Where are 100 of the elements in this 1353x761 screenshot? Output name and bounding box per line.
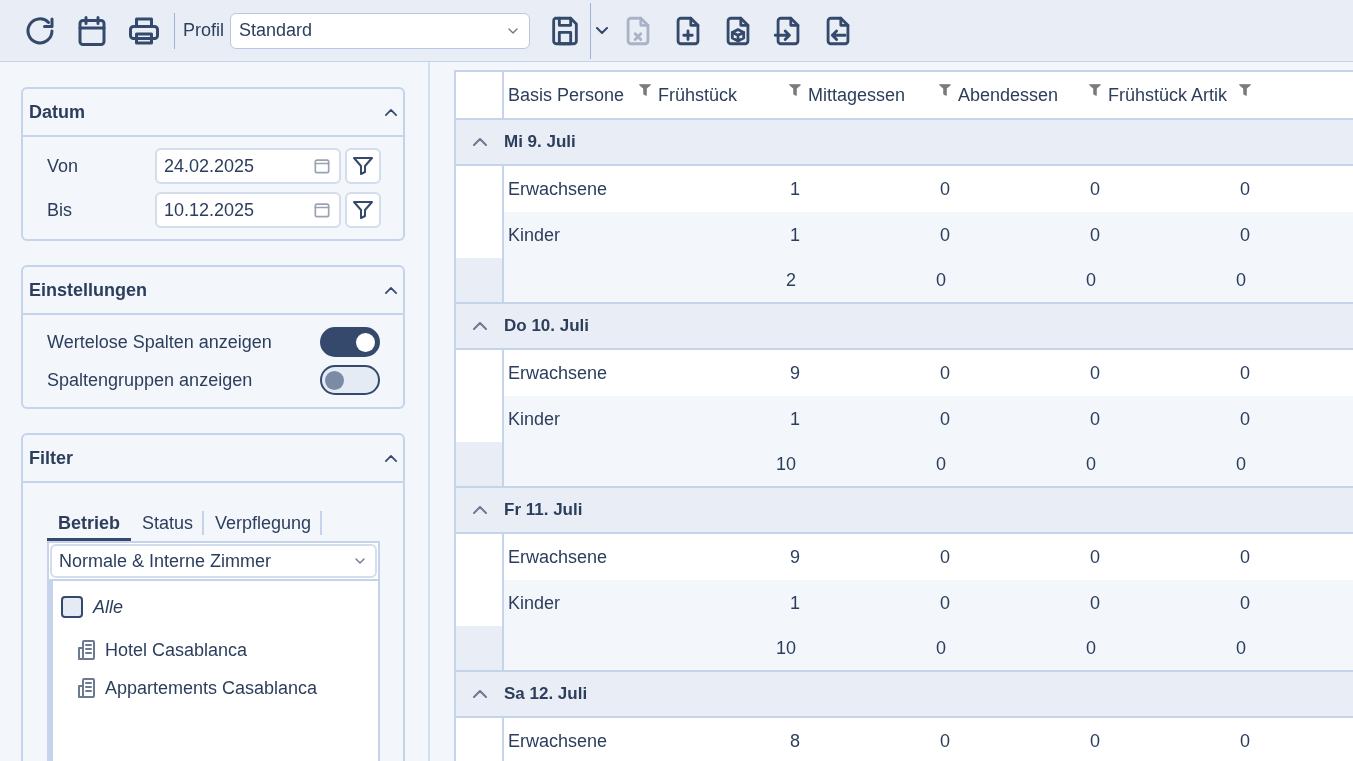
profile-select[interactable]: Standard — [230, 12, 530, 49]
filter-icon — [351, 198, 375, 222]
field-label: Von — [46, 154, 80, 178]
filter-tab[interactable]: Verpflegung — [204, 509, 323, 541]
panel-header[interactable]: Datum — [23, 89, 403, 137]
table-cell-text: 0 — [940, 545, 950, 569]
group-title: Do 10. Juli — [504, 315, 590, 338]
table-cell-text: 0 — [936, 452, 946, 476]
date-field[interactable]: 24.02.2025 — [155, 148, 341, 184]
table-cell-text: 0 — [1240, 361, 1250, 385]
filter-icon[interactable] — [938, 82, 952, 98]
panel-title: Einstellungen — [29, 278, 147, 302]
chevron-up-icon[interactable] — [473, 690, 487, 698]
checkbox-label: Alle — [93, 595, 123, 619]
table-cell-text: 9 — [790, 545, 800, 569]
table-cell-text: Kinder — [508, 223, 561, 247]
list-item[interactable]: Hotel Casablanca — [75, 635, 378, 665]
table-cell-text: 0 — [1240, 729, 1250, 753]
table-cell-text: 0 — [1090, 223, 1100, 247]
column-header[interactable]: Mittagessen — [804, 72, 954, 118]
table-cell-text: 0 — [1090, 729, 1100, 753]
column-header[interactable]: Basis Persone — [504, 72, 654, 118]
column-header[interactable]: Frühstück — [654, 72, 804, 118]
table-cell-text: 0 — [1240, 545, 1250, 569]
table-cell-text: 1 — [790, 177, 800, 201]
table-cell-text: 0 — [1240, 591, 1250, 615]
table-cell-text: Erwachsene — [508, 545, 608, 569]
table-cell-text: Erwachsene — [508, 361, 608, 385]
table-cell-text: Kinder — [508, 591, 561, 615]
table-cell-text: 0 — [1240, 177, 1250, 201]
table-cell-text: 10 — [775, 452, 796, 476]
field-label: Bis — [46, 198, 73, 222]
table-cell-text: 0 — [1240, 407, 1250, 431]
toggle-switch[interactable] — [320, 365, 380, 395]
toggle-label: Wertelose Spalten anzeigen — [47, 330, 272, 354]
table-cell-text: 0 — [1236, 452, 1246, 476]
panel-header[interactable]: Filter — [23, 435, 403, 483]
filter-icon[interactable] — [1238, 82, 1252, 98]
table-cell-text: 1 — [790, 407, 800, 431]
table-cell-text: Kinder — [508, 407, 561, 431]
table-cell-text: 9 — [790, 361, 800, 385]
group-title: Mi 9. Juli — [504, 131, 576, 154]
group-title: Fr 11. Juli — [504, 499, 583, 522]
table-cell-text: 1 — [790, 591, 800, 615]
table-cell-text: 0 — [1240, 223, 1250, 247]
filter-select[interactable]: Normale & Interne Zimmer — [50, 544, 377, 578]
date-field[interactable]: 10.12.2025 — [155, 192, 341, 228]
table-cell-text: 0 — [940, 177, 950, 201]
table-cell-text: 0 — [940, 407, 950, 431]
table-cell-text: 0 — [940, 729, 950, 753]
checkbox[interactable] — [61, 596, 83, 618]
table-cell-text: 0 — [1236, 636, 1246, 660]
list-item[interactable]: Appartements Casablanca — [75, 673, 378, 703]
chevron-up-icon[interactable] — [385, 454, 397, 462]
table-cell-text: 0 — [940, 361, 950, 385]
chevron-up-icon[interactable] — [385, 286, 397, 294]
calendar-icon — [312, 156, 332, 176]
table-cell-text: Erwachsene — [508, 729, 608, 753]
table-cell-text: 0 — [1086, 268, 1096, 292]
table-cell-text: 8 — [790, 729, 800, 753]
table-cell-text: 0 — [936, 268, 946, 292]
table-cell-text: 1 — [790, 223, 800, 247]
table-cell-text: 0 — [1086, 636, 1096, 660]
table-cell-text: 0 — [1090, 545, 1100, 569]
panel-title: Datum — [29, 100, 85, 124]
group-row[interactable]: Fr 11. Juli — [456, 488, 1353, 534]
table-cell-text: 0 — [936, 636, 946, 660]
table-cell-text: 10 — [775, 636, 796, 660]
filter-icon — [351, 154, 375, 178]
table-cell-text: 0 — [1090, 361, 1100, 385]
table-cell-text: 0 — [1086, 452, 1096, 476]
chevron-up-icon[interactable] — [473, 322, 487, 330]
chevron-up-icon[interactable] — [473, 506, 487, 514]
toggle-switch[interactable] — [320, 327, 380, 357]
caret-icon — [596, 27, 608, 34]
table-cell-text: 0 — [1090, 407, 1100, 431]
group-row[interactable]: Sa 12. Juli — [456, 672, 1353, 718]
table-cell-text: Erwachsene — [508, 177, 608, 201]
filter-button[interactable] — [345, 148, 381, 184]
filter-button[interactable] — [345, 192, 381, 228]
table-cell-text: 0 — [1236, 268, 1246, 292]
panel-title: Filter — [29, 446, 73, 470]
group-row[interactable]: Do 10. Juli — [456, 304, 1353, 350]
filter-icon[interactable] — [638, 82, 652, 98]
filter-tab[interactable]: Status — [131, 509, 205, 541]
column-header[interactable]: Frühstück Artik — [1104, 72, 1254, 118]
group-row[interactable]: Mi 9. Juli — [456, 120, 1353, 166]
table-cell-text: 2 — [786, 268, 796, 292]
table-cell-text: 0 — [940, 223, 950, 247]
filter-icon[interactable] — [1088, 82, 1102, 98]
chevron-up-icon[interactable] — [385, 108, 397, 116]
chevron-up-icon[interactable] — [473, 138, 487, 146]
column-header[interactable]: Abendessen — [954, 72, 1104, 118]
panel-header[interactable]: Einstellungen — [23, 267, 403, 315]
toggle-label: Spaltengruppen anzeigen — [47, 368, 253, 392]
table-cell-text: 0 — [940, 591, 950, 615]
group-title: Sa 12. Juli — [504, 683, 588, 706]
filter-icon[interactable] — [788, 82, 802, 98]
table-cell-text: 0 — [1090, 177, 1100, 201]
calendar-icon — [312, 200, 332, 220]
